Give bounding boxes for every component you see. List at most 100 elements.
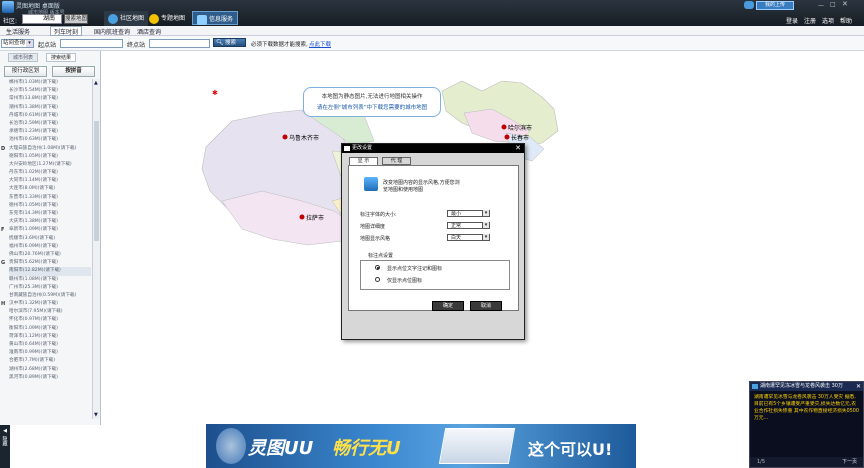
- list-item[interactable]: 承德市(1.23M)(请下载): [9, 128, 91, 136]
- tab-hotel-query[interactable]: 酒店查询: [137, 27, 161, 36]
- index-letter: [1, 194, 9, 202]
- display-style-select[interactable]: 白天: [447, 234, 490, 241]
- login-link[interactable]: 登录: [786, 16, 798, 25]
- font-size-select[interactable]: 最小: [447, 210, 490, 217]
- tab-proxy[interactable]: 代 理: [382, 157, 411, 165]
- list-item[interactable]: 福州市(6.09M)(请下载): [9, 243, 91, 251]
- scroll-thumb[interactable]: [94, 121, 99, 241]
- cancel-button[interactable]: 取消: [470, 301, 502, 311]
- index-letter: H: [1, 301, 6, 308]
- index-letter: [1, 357, 9, 365]
- help-link[interactable]: 帮助: [840, 16, 852, 25]
- ad-banner[interactable]: 灵图UU 畅行无U 这个可以U!: [206, 424, 636, 468]
- dialog-body: 改变地图内容的显示风格,方便您浏览地图和使用地图 标注字体的大小: 最小 地图详…: [348, 165, 519, 311]
- hide-panel-toggle[interactable]: ◀ 隐藏: [0, 425, 10, 468]
- list-item[interactable]: 东莞市(14.3M)(请下载): [9, 210, 91, 218]
- list-item[interactable]: 大兴安岭地区(1.27M)(请下载): [9, 161, 91, 169]
- list-item[interactable]: 长治市(2.59M)(请下载): [9, 120, 91, 128]
- list-item[interactable]: 黑河市(0.89M)(请下载): [9, 374, 91, 382]
- tab-search-results[interactable]: 搜索结果: [46, 53, 77, 62]
- list-item[interactable]: 长沙市(5.54M)(请下载): [9, 87, 91, 95]
- list-item[interactable]: 东营市(1.33M)(请下载): [9, 194, 91, 202]
- nav-info-service[interactable]: 信息服务: [192, 11, 239, 25]
- list-item[interactable]: 常州市(13.8M)(请下载): [9, 95, 91, 103]
- letter-index: D F G H: [1, 79, 9, 382]
- start-station-input[interactable]: [60, 39, 123, 48]
- list-item[interactable]: 抚顺市(3.6M)(请下载): [9, 235, 91, 243]
- list-item[interactable]: 丹东市(1.02M)(请下载): [9, 169, 91, 177]
- city-label: 社区:: [3, 18, 18, 25]
- list-item[interactable]: 淮南市(0.99M)(请下载): [9, 349, 91, 357]
- list-item[interactable]: 甘南藏族自治州(0.59M)(请下载): [9, 292, 91, 300]
- query-mode-select[interactable]: 站间查询 ▾: [1, 39, 34, 48]
- maximize-icon[interactable]: □: [830, 1, 836, 8]
- sidebar-scrollbar[interactable]: ▲ ▼: [92, 79, 100, 419]
- tab-display[interactable]: 显 示: [349, 157, 378, 165]
- options-link[interactable]: 选项: [822, 16, 834, 25]
- list-item[interactable]: 大同市(1.14M)(请下载): [9, 177, 91, 185]
- dialog-title: 更改设置: [352, 145, 373, 151]
- minimize-icon[interactable]: —: [818, 2, 824, 9]
- news-body[interactable]: 湖南遭罕见冰雪与龙卷风袭击 30万人受灾 据悉,目前已有5个乡镇遭受严重受灾,损…: [750, 391, 863, 425]
- tab-city-list[interactable]: 城市列表: [8, 53, 39, 62]
- list-item[interactable]: 郴州市(1.03M)(请下载): [9, 79, 91, 87]
- index-letter: [1, 153, 9, 161]
- list-item[interactable]: 合肥市(7.7M)(请下载): [9, 357, 91, 365]
- scroll-down-icon[interactable]: ▼: [94, 412, 98, 418]
- radio-show-text-and-icon[interactable]: [375, 265, 380, 270]
- list-item[interactable]: 贵阳市(5.62M)(请下载): [9, 259, 91, 267]
- by-admin-region-button[interactable]: 按行政区划: [4, 66, 47, 77]
- list-item[interactable]: 广州市(25.3M)(请下载): [9, 284, 91, 292]
- register-link[interactable]: 注册: [804, 16, 816, 25]
- list-item[interactable]: 阜新市(1.09M)(请下载): [9, 226, 91, 234]
- download-link[interactable]: 点此下载: [309, 40, 331, 48]
- list-item[interactable]: 大庆市(1.38M)(请下载): [9, 218, 91, 226]
- list-item[interactable]: 哈尔滨市(7.95M)(请下载): [9, 308, 91, 316]
- close-icon[interactable]: ✕: [856, 382, 861, 391]
- tab-life-service[interactable]: 生活服务: [6, 27, 30, 36]
- news-next-button[interactable]: 下一页: [842, 457, 857, 467]
- list-item[interactable]: 潮州市(1.38M)(请下载): [9, 104, 91, 112]
- detail-level-select[interactable]: 正常: [447, 222, 490, 229]
- list-item[interactable]: 大连市(8.0M)(请下载): [9, 185, 91, 193]
- city-label: 长春市: [511, 134, 529, 142]
- tab-flight-query[interactable]: 国内航班查询: [94, 27, 130, 36]
- list-item[interactable]: 怀化市(0.97M)(请下载): [9, 316, 91, 324]
- list-item[interactable]: 湖州市(2.68M)(请下载): [9, 366, 91, 374]
- radio-icon-only[interactable]: [375, 277, 380, 282]
- index-letter: [1, 276, 9, 284]
- index-letter: [1, 243, 9, 251]
- search-map-button[interactable]: 搜索地图: [64, 14, 88, 24]
- list-item[interactable]: 赣州市(1.08M)(请下载): [9, 276, 91, 284]
- city-input[interactable]: 湖南: [22, 14, 62, 24]
- news-icon: [752, 384, 758, 389]
- list-item[interactable]: 南阳市(12.82M)(请下载): [9, 267, 91, 276]
- by-pinyin-button[interactable]: 按拼音: [52, 66, 95, 77]
- list-item[interactable]: 池州市(0.63M)(请下载): [9, 136, 91, 144]
- nav-topic-map[interactable]: 专题地图: [145, 11, 189, 26]
- list-item[interactable]: 德阳市(1.05M)(请下载): [9, 153, 91, 161]
- list-item[interactable]: 德州市(1.05M)(请下载): [9, 202, 91, 210]
- end-station-input[interactable]: [149, 39, 210, 48]
- close-icon[interactable]: ✕: [842, 0, 848, 8]
- search-button[interactable]: 🔍︎ 搜索: [213, 38, 246, 47]
- scroll-up-icon[interactable]: ▲: [94, 80, 98, 86]
- notice-line-2: 请在左侧“城市列表”中下载您需要的城市地图: [316, 105, 428, 111]
- banner-brand: 灵图UU: [248, 438, 314, 459]
- list-item[interactable]: 黄山市(0.64M)(请下载): [9, 341, 91, 349]
- list-item[interactable]: 衡阳市(1.09M)(请下载): [9, 325, 91, 333]
- tab-train-schedule[interactable]: 列车时刻: [50, 26, 83, 36]
- ok-button[interactable]: 确定: [432, 301, 464, 311]
- nav-community-map[interactable]: 社区地图: [104, 11, 149, 26]
- notice-bubble: 本地图为静态图片,无法进行地图相关操作 请在左侧“城市列表”中下载您需要的城市地…: [303, 87, 441, 117]
- news-page-indicator: 1/5: [757, 459, 766, 465]
- list-item[interactable]: 大理白族自治州(1.08M)(请下载): [9, 145, 91, 153]
- upload-button[interactable]: 我的上传: [756, 1, 794, 10]
- list-item[interactable]: 菏泽市(1.12M)(请下载): [9, 333, 91, 341]
- list-item[interactable]: 丹城市(0.61M)(请下载): [9, 112, 91, 120]
- close-icon[interactable]: ✕: [514, 144, 522, 152]
- start-station-label: 起点站: [38, 42, 57, 49]
- detail-level-label: 地图详细度: [360, 224, 386, 230]
- list-item[interactable]: 汉中市(1.32M)(请下载): [9, 300, 91, 308]
- list-item[interactable]: 佛山市(20.76M)(请下载): [9, 251, 91, 259]
